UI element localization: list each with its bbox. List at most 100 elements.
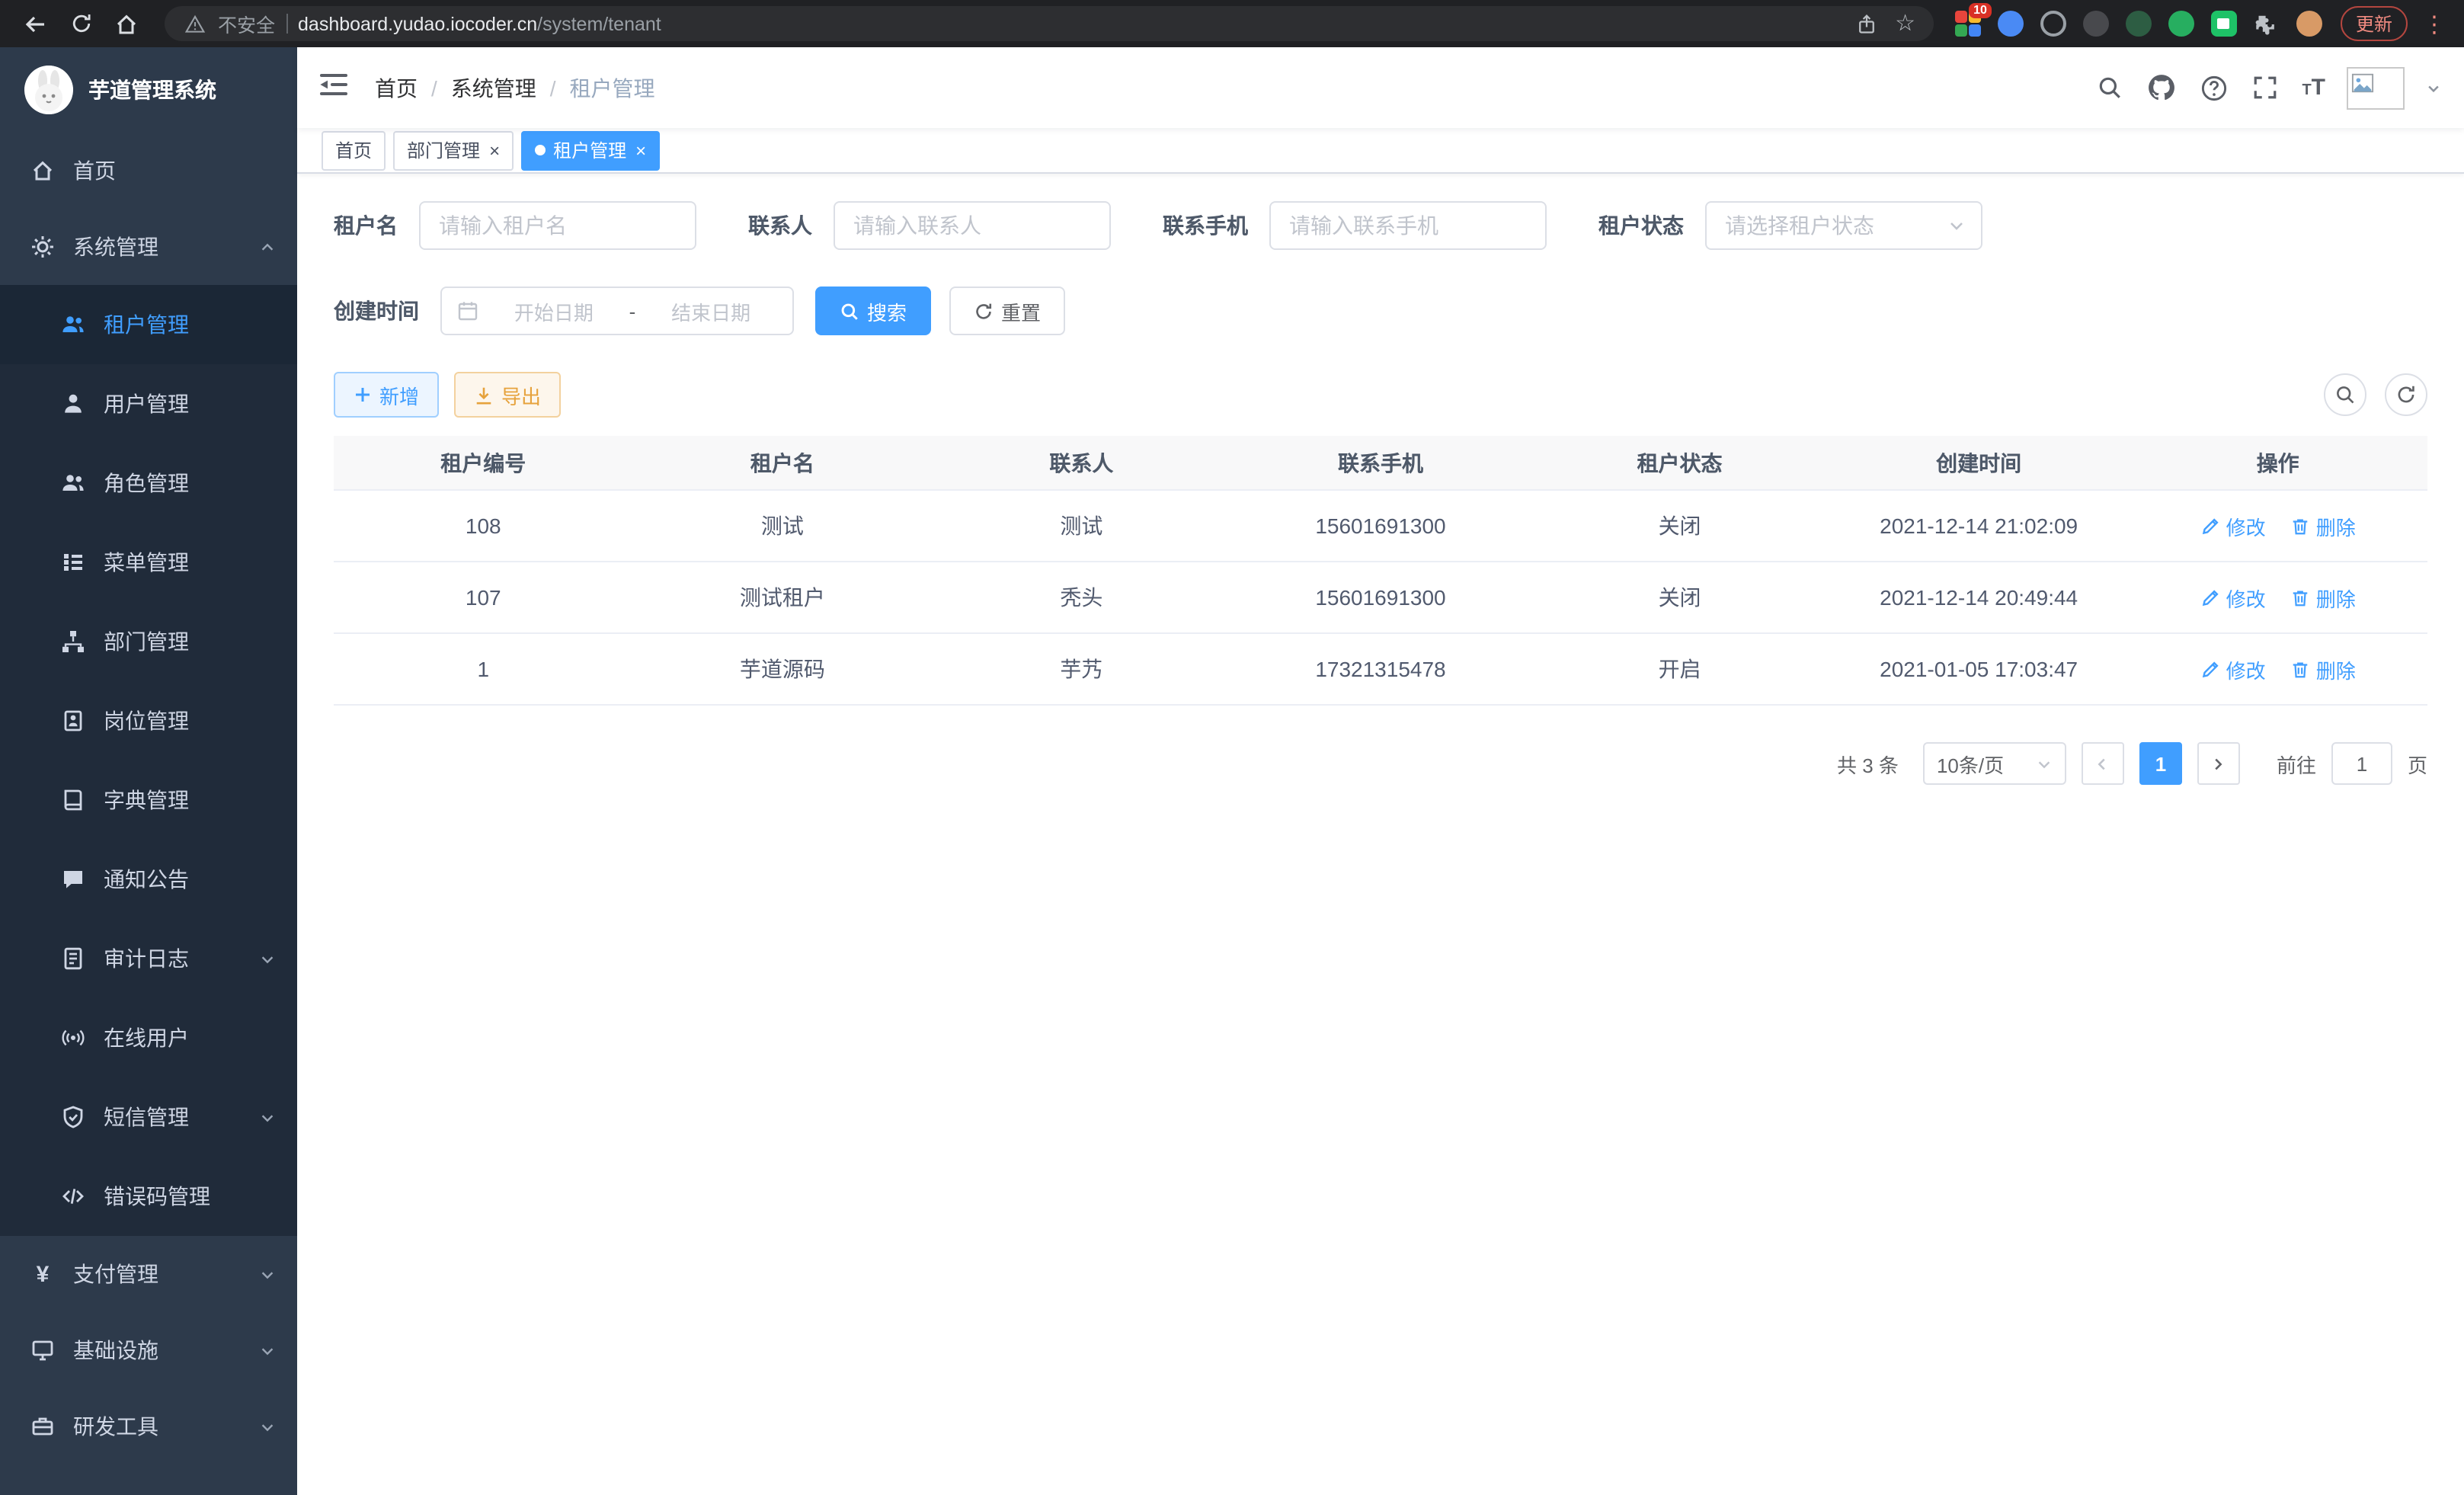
add-button[interactable]: 新增 (334, 372, 439, 418)
browser-home-icon[interactable] (107, 4, 146, 43)
delete-link[interactable]: 删除 (2290, 655, 2356, 683)
sidebar-item-notice[interactable]: 通知公告 (0, 840, 297, 919)
edit-link[interactable]: 修改 (2200, 511, 2266, 540)
mobile-label: 联系手机 (1163, 210, 1248, 241)
sidebar-item-user-management[interactable]: 用户管理 (0, 364, 297, 443)
sidebar-item-system[interactable]: 系统管理 (0, 209, 297, 285)
extension-icon-dark[interactable] (2083, 11, 2109, 37)
extension-icon-ring[interactable] (2040, 11, 2066, 37)
list-icon (61, 550, 85, 575)
cell-tenant-name: 芋道源码 (633, 654, 933, 684)
delete-link-label: 删除 (2316, 655, 2356, 683)
breadcrumb-item[interactable]: 系统管理 (451, 72, 536, 103)
tenant-table: 租户编号 租户名 联系人 联系手机 租户状态 创建时间 操作 108 测试 测试… (334, 436, 2427, 706)
chevron-down-icon[interactable] (2426, 80, 2441, 95)
calendar-icon (457, 300, 478, 322)
extension-icon-colorful[interactable]: 10 (1955, 11, 1981, 37)
font-size-icon[interactable]: TT (2302, 75, 2325, 101)
browser-reload-icon[interactable] (61, 4, 101, 43)
sidebar-toggle-icon[interactable] (320, 72, 350, 103)
download-icon (474, 385, 494, 405)
browser-update-button[interactable]: 更新 (2341, 6, 2408, 41)
sidebar-item-errorcode-management[interactable]: 错误码管理 (0, 1157, 297, 1236)
extension-icon-green[interactable] (2168, 11, 2194, 37)
cell-tenant-id: 108 (334, 514, 633, 538)
search-icon[interactable] (2094, 72, 2125, 103)
sidebar-item-label: 审计日志 (104, 943, 189, 974)
sidebar-item-post-management[interactable]: 岗位管理 (0, 681, 297, 760)
fullscreen-icon[interactable] (2250, 72, 2280, 103)
breadcrumb: 首页 / 系统管理 / 租户管理 (375, 72, 655, 103)
sidebar-item-infrastructure[interactable]: 基础设施 (0, 1312, 297, 1388)
extension-icon-blue[interactable] (1998, 11, 2024, 37)
cell-created: 2021-12-14 20:49:44 (1829, 585, 2129, 610)
reset-button[interactable]: 重置 (949, 287, 1065, 335)
mobile-input[interactable] (1269, 201, 1547, 250)
table-row: 107 测试租户 秃头 15601691300 关闭 2021-12-14 20… (334, 562, 2427, 634)
sidebar-item-devtools[interactable]: 研发工具 (0, 1388, 297, 1465)
page-size-select[interactable]: 10条/页 (1923, 742, 2066, 785)
tenant-name-input[interactable] (419, 201, 696, 250)
end-date-placeholder: 结束日期 (645, 296, 777, 325)
goto-page-input[interactable] (2331, 742, 2392, 785)
column-header: 创建时间 (1829, 447, 2129, 478)
sidebar-item-label: 角色管理 (104, 468, 189, 498)
prev-page-button[interactable] (2082, 742, 2124, 785)
close-icon[interactable]: × (489, 141, 500, 159)
sidebar-item-dept-management[interactable]: 部门管理 (0, 602, 297, 681)
sidebar-item-dict-management[interactable]: 字典管理 (0, 760, 297, 840)
sidebar-item-label: 支付管理 (73, 1259, 158, 1289)
delete-link[interactable]: 删除 (2290, 511, 2356, 540)
create-time-range-picker[interactable]: 开始日期 - 结束日期 (440, 287, 794, 335)
tab-dept-management[interactable]: 部门管理 × (393, 130, 514, 170)
page-number-button[interactable]: 1 (2139, 742, 2182, 785)
help-icon[interactable] (2198, 72, 2229, 103)
user-avatar[interactable] (2347, 66, 2405, 109)
tab-tenant-management[interactable]: 租户管理 × (521, 130, 660, 170)
sidebar-item-online-users[interactable]: 在线用户 (0, 998, 297, 1077)
app-title: 芋道管理系统 (88, 75, 216, 105)
export-button[interactable]: 导出 (454, 372, 561, 418)
sidebar-item-home[interactable]: 首页 (0, 133, 297, 209)
contact-input[interactable] (834, 201, 1111, 250)
browser-menu-icon[interactable]: ⋮ (2423, 10, 2446, 37)
next-page-button[interactable] (2197, 742, 2240, 785)
sidebar-item-label: 在线用户 (104, 1023, 189, 1053)
search-button[interactable]: 搜索 (815, 287, 931, 335)
extension-icon-green-dark[interactable] (2126, 11, 2152, 37)
column-header: 租户名 (633, 447, 933, 478)
tab-home[interactable]: 首页 (322, 130, 386, 170)
github-icon[interactable] (2146, 72, 2177, 103)
export-button-label: 导出 (501, 380, 541, 409)
share-icon[interactable] (1855, 13, 1877, 34)
address-bar[interactable]: 不安全 dashboard.yudao.iocoder.cn/system/te… (165, 6, 1934, 41)
tenant-status-select[interactable]: 请选择租户状态 (1705, 201, 1982, 250)
refresh-table-button[interactable] (2385, 373, 2427, 416)
sidebar-item-label: 菜单管理 (104, 547, 189, 578)
sidebar-item-payment[interactable]: ¥ 支付管理 (0, 1236, 297, 1312)
table-toolbar: 新增 导出 (334, 372, 2427, 418)
sidebar-item-audit-log[interactable]: 审计日志 (0, 919, 297, 998)
edit-link[interactable]: 修改 (2200, 655, 2266, 683)
id-badge-icon (61, 709, 85, 733)
app-logo[interactable]: 芋道管理系统 (0, 47, 297, 133)
extensions-menu-icon[interactable] (2254, 11, 2280, 37)
browser-back-icon[interactable] (15, 4, 55, 43)
edit-link[interactable]: 修改 (2200, 583, 2266, 612)
tab-label: 租户管理 (553, 137, 626, 163)
extension-icon-chat[interactable] (2211, 11, 2237, 37)
table-header: 租户编号 租户名 联系人 联系手机 租户状态 创建时间 操作 (334, 436, 2427, 491)
delete-link[interactable]: 删除 (2290, 583, 2356, 612)
tab-label: 首页 (335, 137, 372, 163)
page-content: 租户名 联系人 联系手机 租户状态 请选择租户状态 (297, 174, 2464, 785)
browser-profile-avatar[interactable] (2296, 11, 2322, 37)
toggle-search-button[interactable] (2324, 373, 2366, 416)
sidebar-item-role-management[interactable]: 角色管理 (0, 443, 297, 523)
breadcrumb-item-current: 租户管理 (570, 72, 655, 103)
close-icon[interactable]: × (635, 141, 646, 159)
bookmark-star-icon[interactable]: ☆ (1895, 12, 1915, 35)
breadcrumb-item[interactable]: 首页 (375, 72, 418, 103)
sidebar-item-tenant-management[interactable]: 租户管理 (0, 285, 297, 364)
sidebar-item-menu-management[interactable]: 菜单管理 (0, 523, 297, 602)
sidebar-item-sms-management[interactable]: 短信管理 (0, 1077, 297, 1157)
